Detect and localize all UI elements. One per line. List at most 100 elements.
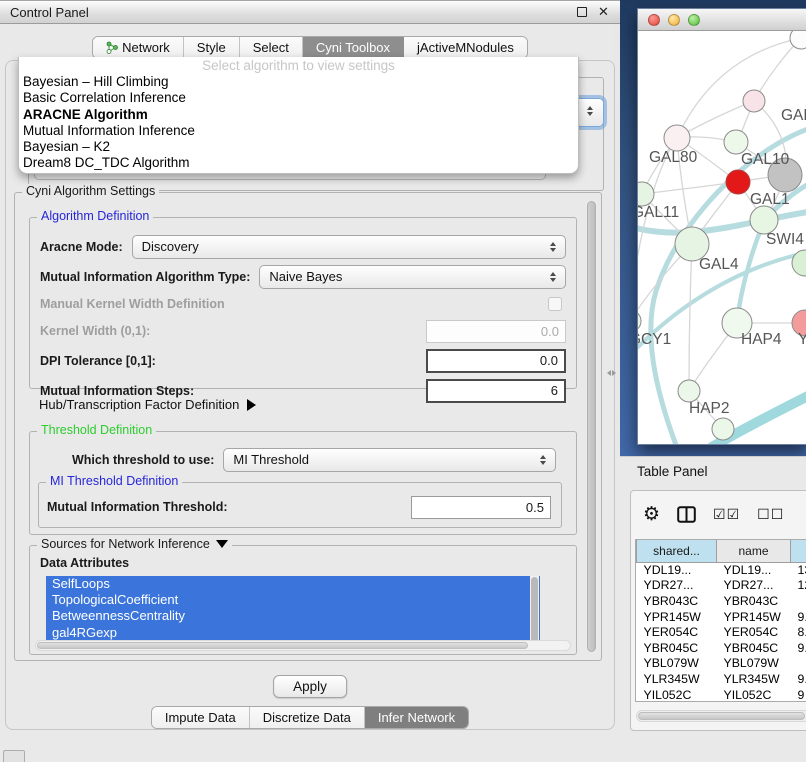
attributes-horizontal-scrollbar[interactable] [35,640,571,651]
list-item[interactable]: TopologicalCoefficient [46,592,540,608]
dpi-tolerance-label: DPI Tolerance [0,1]: [40,354,156,368]
menu-item[interactable]: Dream8 DC_TDC Algorithm [19,155,578,171]
table-row[interactable]: YLR345WYLR345W9. [637,671,806,687]
clear-all-checks-icon[interactable]: ☐☐ [757,506,784,523]
settings-vertical-scrollbar[interactable] [586,200,597,653]
control-panel-titlebar: Control Panel ✕ [0,0,620,24]
column-header[interactable] [791,540,806,562]
control-panel-tabs: Network Style Select Cyni Toolbox jActiv… [0,34,620,59]
network-graph: GAL GAL80 GAL10 GAL1 GAL11 SWI4 GAL4 GCY… [638,31,806,444]
kernel-width-field[interactable]: 0.0 [426,320,566,343]
close-panel-icon[interactable]: ✕ [597,6,610,19]
table-row[interactable]: YER054CYER054C8. [637,624,806,640]
tab-jactivemnodules[interactable]: jActiveMNodules [404,37,527,58]
cyni-algorithm-settings-group: Cyni Algorithm Settings Algorithm Defini… [14,192,602,661]
table-row[interactable]: YIL052CYIL052C9 [637,687,806,702]
menu-item[interactable]: Basic Correlation Inference [19,90,578,106]
mi-threshold-field[interactable]: 0.5 [411,496,551,519]
minimize-window-icon[interactable] [668,14,680,26]
column-header[interactable]: shared... [637,540,717,562]
node-label: GAL1 [750,191,790,208]
table-header-row: shared... name [637,540,806,562]
combo-stepper-icon [534,455,552,465]
attributes-vertical-scrollbar[interactable] [530,576,539,644]
float-panel-icon[interactable] [575,6,588,19]
network-icon [106,41,118,54]
tab-style[interactable]: Style [184,37,240,58]
kernel-width-label: Kernel Width (0,1): [40,324,150,338]
split-columns-icon[interactable] [677,506,696,523]
sources-group: Sources for Network Inference Data Attri… [29,545,577,655]
node-label: HAP2 [689,400,730,417]
menu-item[interactable]: Mutual Information Inference [19,123,578,139]
tab-impute-data[interactable]: Impute Data [152,707,250,728]
combo-stepper-icon [544,242,562,252]
control-panel-title: Control Panel [10,5,89,20]
manual-kernel-width-label: Manual Kernel Width Definition [40,297,225,311]
node-label: GAL10 [741,151,790,168]
list-item[interactable]: gal4RGexp [46,625,540,641]
mi-algorithm-type-combo[interactable]: Naive Bayes [259,265,566,289]
node-label: HAP4 [741,331,782,348]
mi-steps-label: Mutual Information Steps: [40,384,194,398]
node-label: GAL80 [649,149,698,166]
floating-panel-widget[interactable] [3,750,25,762]
table-row[interactable]: YBR043CYBR043C [637,593,806,609]
tab-discretize-data[interactable]: Discretize Data [250,707,365,728]
tab-infer-network[interactable]: Infer Network [365,707,468,728]
list-item[interactable]: SelfLoops [46,576,540,592]
table-horizontal-scrollbar[interactable] [636,710,806,722]
tab-cyni-toolbox[interactable]: Cyni Toolbox [303,37,404,58]
selected-node [726,170,750,194]
list-item[interactable]: BetweennessCentrality [46,608,540,624]
algorithm-definition-group: Algorithm Definition Aracne Mode: Discov… [29,217,577,389]
apply-button[interactable]: Apply [273,675,347,698]
cyni-bottom-tabs: Impute Data Discretize Data Infer Networ… [6,706,614,729]
tab-network[interactable]: Network [93,37,184,58]
manual-kernel-width-checkbox[interactable] [548,297,562,311]
tab-network-label: Network [122,37,170,58]
mi-algorithm-type-label: Mutual Information Algorithm Type: [40,270,250,284]
table-panel: ⚙ ☑☑ ☐☐ shared... name YDL19...YDL19...1… [630,490,806,731]
table-row[interactable]: YDR27...YDR27...12 [637,578,806,594]
table-row[interactable]: YBL079WYBL079W [637,656,806,672]
collapse-arrow-icon[interactable] [216,540,228,548]
tab-select[interactable]: Select [240,37,303,58]
close-window-icon[interactable] [648,14,660,26]
node-table[interactable]: shared... name YDL19...YDL19...13 YDR27.… [635,539,806,702]
network-window-titlebar[interactable] [638,9,806,31]
node-labels: GAL GAL80 GAL10 GAL1 GAL11 SWI4 GAL4 GCY… [638,107,806,417]
table-panel-title: Table Panel [637,464,708,479]
mi-threshold-label: Mutual Information Threshold: [47,500,228,514]
table-row[interactable]: YDL19...YDL19...13 [637,562,806,578]
zoom-window-icon[interactable] [688,14,700,26]
combo-stepper-icon [581,106,599,116]
mi-steps-field[interactable]: 6 [426,379,566,403]
algorithm-dropdown-popup: Select algorithm to view settings Bayesi… [18,57,579,174]
settings-group-title: Cyni Algorithm Settings [22,184,159,198]
gear-icon[interactable]: ⚙ [643,503,660,526]
network-view-window[interactable]: GAL GAL80 GAL10 GAL1 GAL11 SWI4 GAL4 GCY… [637,8,806,445]
table-row[interactable]: YBR045CYBR045C9. [637,640,806,656]
aracne-mode-combo[interactable]: Discovery [132,235,566,259]
dpi-tolerance-field[interactable]: 0.0 [426,349,566,373]
column-header[interactable]: name [717,540,791,562]
node-label: Y [798,331,806,348]
node-label: GCY1 [638,331,671,348]
hub-definition-label: Hub/Transcription Factor Definition [39,397,239,412]
table-row[interactable]: YPR145WYPR145W9. [637,609,806,625]
data-attributes-list[interactable]: SelfLoops TopologicalCoefficient Between… [46,576,540,644]
menu-item-selected[interactable]: ARACNE Algorithm [19,107,578,123]
menu-item[interactable]: Bayesian – Hill Climbing [19,74,578,90]
table-panel-header: Table Panel [620,456,806,486]
sources-group-title: Sources for Network Inference [37,537,232,551]
which-threshold-combo[interactable]: MI Threshold [223,448,556,472]
which-threshold-label: Which threshold to use: [72,453,214,467]
hub-definition-expander[interactable]: Hub/Transcription Factor Definition [39,397,256,412]
select-all-checks-icon[interactable]: ☑☑ [713,506,740,523]
panel-splitter-handle[interactable] [607,368,619,378]
network-canvas[interactable]: GAL GAL80 GAL10 GAL1 GAL11 SWI4 GAL4 GCY… [638,31,806,444]
threshold-definition-group: Threshold Definition Which threshold to … [29,431,577,535]
combo-stepper-icon [544,272,562,282]
menu-item[interactable]: Bayesian – K2 [19,139,578,155]
